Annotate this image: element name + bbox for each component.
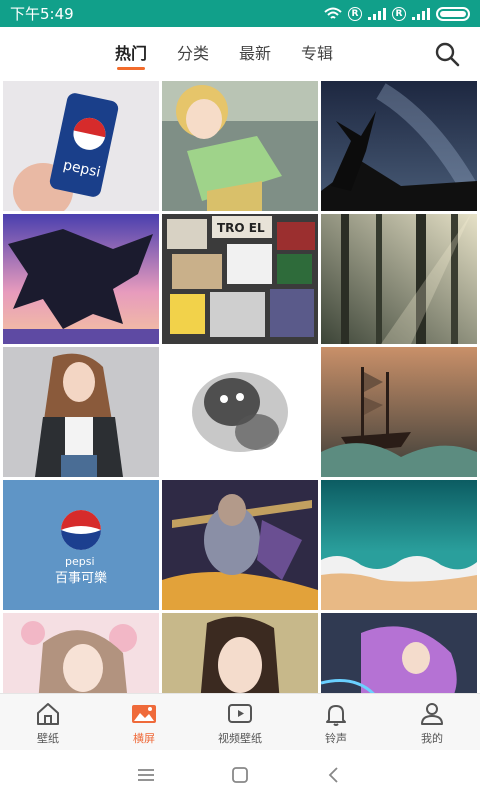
nav-ringtone[interactable]: 铃声 [288, 694, 384, 751]
wallpaper-tile-purple-hair[interactable] [321, 613, 477, 693]
tile-overlay-subtext: 百事可樂 [55, 570, 107, 586]
tab-hot[interactable]: 热门 [115, 27, 147, 80]
nav-wallpaper[interactable]: 壁纸 [0, 694, 96, 751]
wallpaper-tile-anime-blossom[interactable] [3, 613, 159, 693]
wallpaper-tile-anime-train[interactable] [162, 81, 318, 211]
status-time: 下午5:49 [10, 5, 74, 23]
nav-label: 横屏 [133, 731, 155, 745]
status-icons: R R [324, 6, 470, 21]
bottom-nav: 壁纸 横屏 视频壁纸 铃声 我的 [0, 693, 480, 751]
status-bar: 下午5:49 R R [0, 0, 480, 27]
tab-categories[interactable]: 分类 [177, 27, 209, 80]
top-nav: 热门 分类 最新 专辑 [0, 27, 480, 80]
wallpaper-tile-dragon[interactable] [3, 214, 159, 344]
search-icon[interactable] [434, 41, 460, 67]
home-icon [37, 702, 59, 725]
tab-latest[interactable]: 最新 [239, 27, 271, 80]
wifi-icon [324, 7, 342, 19]
battery-icon [436, 6, 470, 21]
nav-label: 视频壁纸 [218, 731, 262, 745]
nav-label: 我的 [421, 731, 443, 745]
roaming-indicator-icon: R [348, 6, 362, 21]
user-icon [421, 702, 443, 725]
roaming-indicator-icon-2: R [392, 6, 406, 21]
wallpaper-tile-portrait[interactable] [162, 613, 318, 693]
wallpaper-tile-anime-jacket[interactable] [3, 347, 159, 477]
back-icon[interactable] [322, 763, 346, 787]
nav-label: 铃声 [325, 731, 347, 745]
wallpaper-tile-forest[interactable] [321, 214, 477, 344]
home-square-icon[interactable] [228, 763, 252, 787]
nav-label: 壁纸 [37, 731, 59, 745]
tile-overlay-text: pepsi [65, 555, 95, 568]
tab-albums[interactable]: 专辑 [301, 27, 333, 80]
tile-overlay-text: TRO EL [217, 221, 265, 235]
wallpaper-grid: pepsi TRO EL pepsi 百事可樂 [3, 81, 477, 693]
wallpaper-tile-milky-way[interactable] [321, 81, 477, 211]
nav-landscape[interactable]: 横屏 [96, 694, 192, 751]
category-tabs: 热门 分类 最新 专辑 [115, 27, 333, 80]
wallpaper-tile-ink-monster[interactable] [162, 347, 318, 477]
wallpaper-tile-pirate-ship[interactable] [321, 347, 477, 477]
wallpaper-tile-sticker-collage[interactable]: TRO EL [162, 214, 318, 344]
nav-mine[interactable]: 我的 [384, 694, 480, 751]
wallpaper-tile-beach[interactable] [321, 480, 477, 610]
wallpaper-tile-pepsi-can[interactable]: pepsi [3, 81, 159, 211]
wallpaper-tile-game-hero[interactable] [162, 480, 318, 610]
wallpaper-tile-pepsi-logo[interactable]: pepsi 百事可樂 [3, 480, 159, 610]
bell-icon [326, 704, 346, 726]
image-icon [132, 704, 156, 723]
menu-icon[interactable] [134, 763, 158, 787]
system-nav-bar [0, 750, 480, 800]
video-icon [228, 703, 252, 723]
signal-icon-2 [412, 7, 430, 20]
nav-video-wallpaper[interactable]: 视频壁纸 [192, 694, 288, 751]
signal-icon [368, 7, 386, 20]
